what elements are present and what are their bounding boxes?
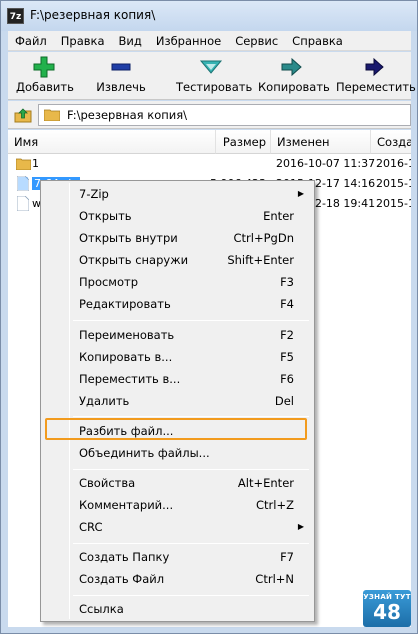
path-input[interactable]: F:\резервная копия\ — [38, 104, 411, 126]
menu-view[interactable]: Вид — [112, 34, 149, 48]
column-header-created[interactable]: Создан — [371, 130, 411, 154]
menu-item-create-file[interactable]: Создать Файл Ctrl+N — [43, 568, 312, 590]
copy-button-label: Копировать — [258, 80, 330, 94]
extract-button-label: Извлечь — [96, 80, 146, 94]
watermark-badge: УЗНАЙ ТУТ 48 — [363, 590, 411, 627]
row-name: 1 — [32, 157, 39, 170]
plus-icon — [33, 56, 55, 78]
file-icon — [17, 196, 29, 211]
test-button[interactable]: Тестировать — [176, 56, 253, 94]
move-arrow-icon — [365, 57, 384, 77]
menu-item-open-outside[interactable]: Открыть снаружи Shift+Enter — [43, 249, 312, 271]
copy-button[interactable]: Копировать — [258, 56, 330, 94]
folder-icon — [44, 109, 60, 121]
folder-up-icon[interactable] — [14, 107, 32, 123]
menu-tools[interactable]: Сервис — [228, 34, 285, 48]
menu-edit[interactable]: Правка — [54, 34, 112, 48]
menu-item-comment[interactable]: Комментарий... Ctrl+Z — [43, 494, 312, 516]
test-button-label: Тестировать — [176, 80, 253, 94]
menu-separator — [73, 416, 309, 417]
window-title: F:\резервная копия\ — [30, 8, 156, 22]
menu-file[interactable]: Файл — [8, 34, 54, 48]
menu-separator — [73, 595, 309, 596]
minus-icon — [111, 63, 131, 71]
add-button-label: Добавить — [16, 80, 74, 94]
menu-item-7zip[interactable]: 7-Zip ▶ — [43, 183, 312, 205]
column-header-name[interactable]: Имя — [8, 130, 216, 154]
menu-separator — [73, 543, 309, 544]
app-window: 7z F:\резервная копия\ Файл Правка Вид И… — [0, 0, 418, 634]
toolbar: Добавить Извлечь Тестировать Копировать — [8, 52, 416, 100]
menu-item-open-inside[interactable]: Открыть внутри Ctrl+PgDn — [43, 227, 312, 249]
column-header-size[interactable]: Размер — [216, 130, 271, 154]
menu-item-edit[interactable]: Редактировать F4 — [43, 293, 312, 315]
address-bar: F:\резервная копия\ — [8, 101, 411, 129]
checkmark-icon — [199, 60, 223, 74]
menu-bar: Файл Правка Вид Избранное Сервис Справка — [8, 31, 411, 51]
menu-item-copy-to[interactable]: Копировать в... F5 — [43, 346, 312, 368]
zip-file-icon — [17, 176, 29, 191]
copy-arrow-icon — [281, 57, 302, 77]
row-created: 2015-12 — [376, 177, 411, 190]
move-button-label: Переместить — [336, 80, 416, 94]
path-text: F:\резервная копия\ — [67, 108, 188, 122]
menu-favorites[interactable]: Избранное — [149, 34, 228, 48]
menu-separator — [73, 320, 309, 321]
extract-button[interactable]: Извлечь — [96, 56, 146, 94]
menu-item-link[interactable]: Ссылка — [43, 598, 312, 620]
menu-item-move-to[interactable]: Переместить в... F6 — [43, 368, 312, 390]
menu-item-properties[interactable]: Свойства Alt+Enter — [43, 472, 312, 494]
menu-item-create-folder[interactable]: Создать Папку F7 — [43, 546, 312, 568]
menu-item-split-file[interactable]: Разбить файл... — [45, 418, 307, 440]
menu-item-delete[interactable]: Удалить Del — [43, 390, 312, 412]
add-button[interactable]: Добавить — [16, 56, 74, 94]
menu-item-rename[interactable]: Переименовать F2 — [43, 324, 312, 346]
context-menu: 7-Zip ▶ Открыть Enter Открыть внутри Ctr… — [40, 180, 315, 622]
menu-item-view[interactable]: Просмотр F3 — [43, 271, 312, 293]
menu-item-open[interactable]: Открыть Enter — [43, 205, 312, 227]
folder-icon — [16, 158, 31, 170]
menu-item-combine-files[interactable]: Объединить файлы... — [43, 442, 312, 464]
row-created: 2015-12 — [376, 197, 411, 210]
app-logo-icon: 7z — [7, 8, 24, 24]
submenu-arrow-icon: ▶ — [297, 522, 304, 531]
menu-item-crc[interactable]: CRC ▶ — [43, 516, 312, 538]
title-bar[interactable]: 7z F:\резервная копия\ — [1, 1, 417, 31]
row-modified: 2016-10-07 11:37 — [276, 157, 376, 170]
table-row[interactable]: 1 2016-10-07 11:37 2016-10 — [8, 154, 411, 174]
column-header-modified[interactable]: Изменен — [271, 130, 371, 154]
menu-help[interactable]: Справка — [285, 34, 350, 48]
row-created: 2016-10 — [376, 157, 411, 170]
move-button[interactable]: Переместить — [336, 56, 416, 94]
submenu-arrow-icon: ▶ — [297, 189, 304, 198]
menu-separator — [73, 469, 309, 470]
